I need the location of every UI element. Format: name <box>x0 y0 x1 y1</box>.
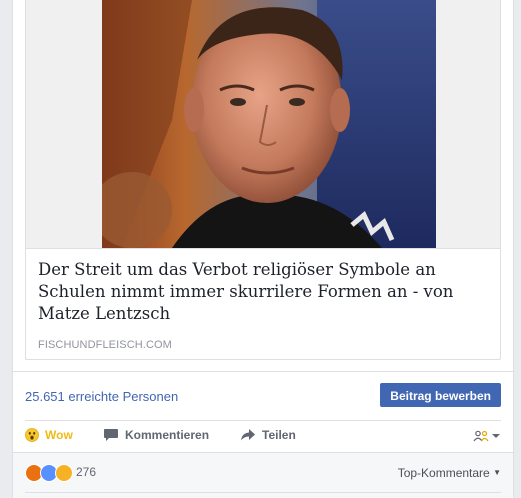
speech-bubble-icon <box>104 429 118 441</box>
chevron-down-icon: ▼ <box>493 468 501 477</box>
promote-post-button[interactable]: Beitrag bewerben <box>380 383 501 407</box>
share-arrow-icon <box>241 429 255 441</box>
reaction-count[interactable]: 276 <box>76 465 96 479</box>
action-bar: Wow Kommentieren Teilen <box>25 420 501 453</box>
reach-count-link[interactable]: 25.651 erreichte Personen <box>25 389 178 404</box>
post-insights-bar: 25.651 erreichte Personen Beitrag bewerb… <box>13 371 513 420</box>
sad-emoji-icon <box>55 464 73 482</box>
chevron-down-icon <box>492 434 500 438</box>
people-icon <box>473 430 489 442</box>
share-button[interactable]: Teilen <box>240 428 296 442</box>
audience-selector[interactable] <box>473 430 501 442</box>
comment-button[interactable]: Kommentieren <box>103 428 209 442</box>
wow-emoji-icon <box>25 428 39 442</box>
post-card: Der Streit um das Verbot religiöser Symb… <box>12 0 514 498</box>
link-preview-card[interactable]: Der Streit um das Verbot religiöser Symb… <box>25 0 501 360</box>
divider <box>25 492 501 493</box>
comment-sort-dropdown[interactable]: Top-Kommentare ▼ <box>398 466 501 480</box>
reaction-icons[interactable] <box>25 464 73 482</box>
link-headline[interactable]: Der Streit um das Verbot religiöser Symb… <box>38 259 488 325</box>
link-domain: FISCHUNDFLEISCH.COM <box>38 339 172 351</box>
article-photo[interactable] <box>102 0 436 248</box>
share-label: Teilen <box>262 428 296 442</box>
comment-sort-label: Top-Kommentare <box>397 466 490 480</box>
wow-label: Wow <box>45 428 73 442</box>
wow-reaction-button[interactable]: Wow <box>25 428 73 442</box>
link-image-area[interactable] <box>26 0 500 249</box>
comment-label: Kommentieren <box>125 428 210 442</box>
